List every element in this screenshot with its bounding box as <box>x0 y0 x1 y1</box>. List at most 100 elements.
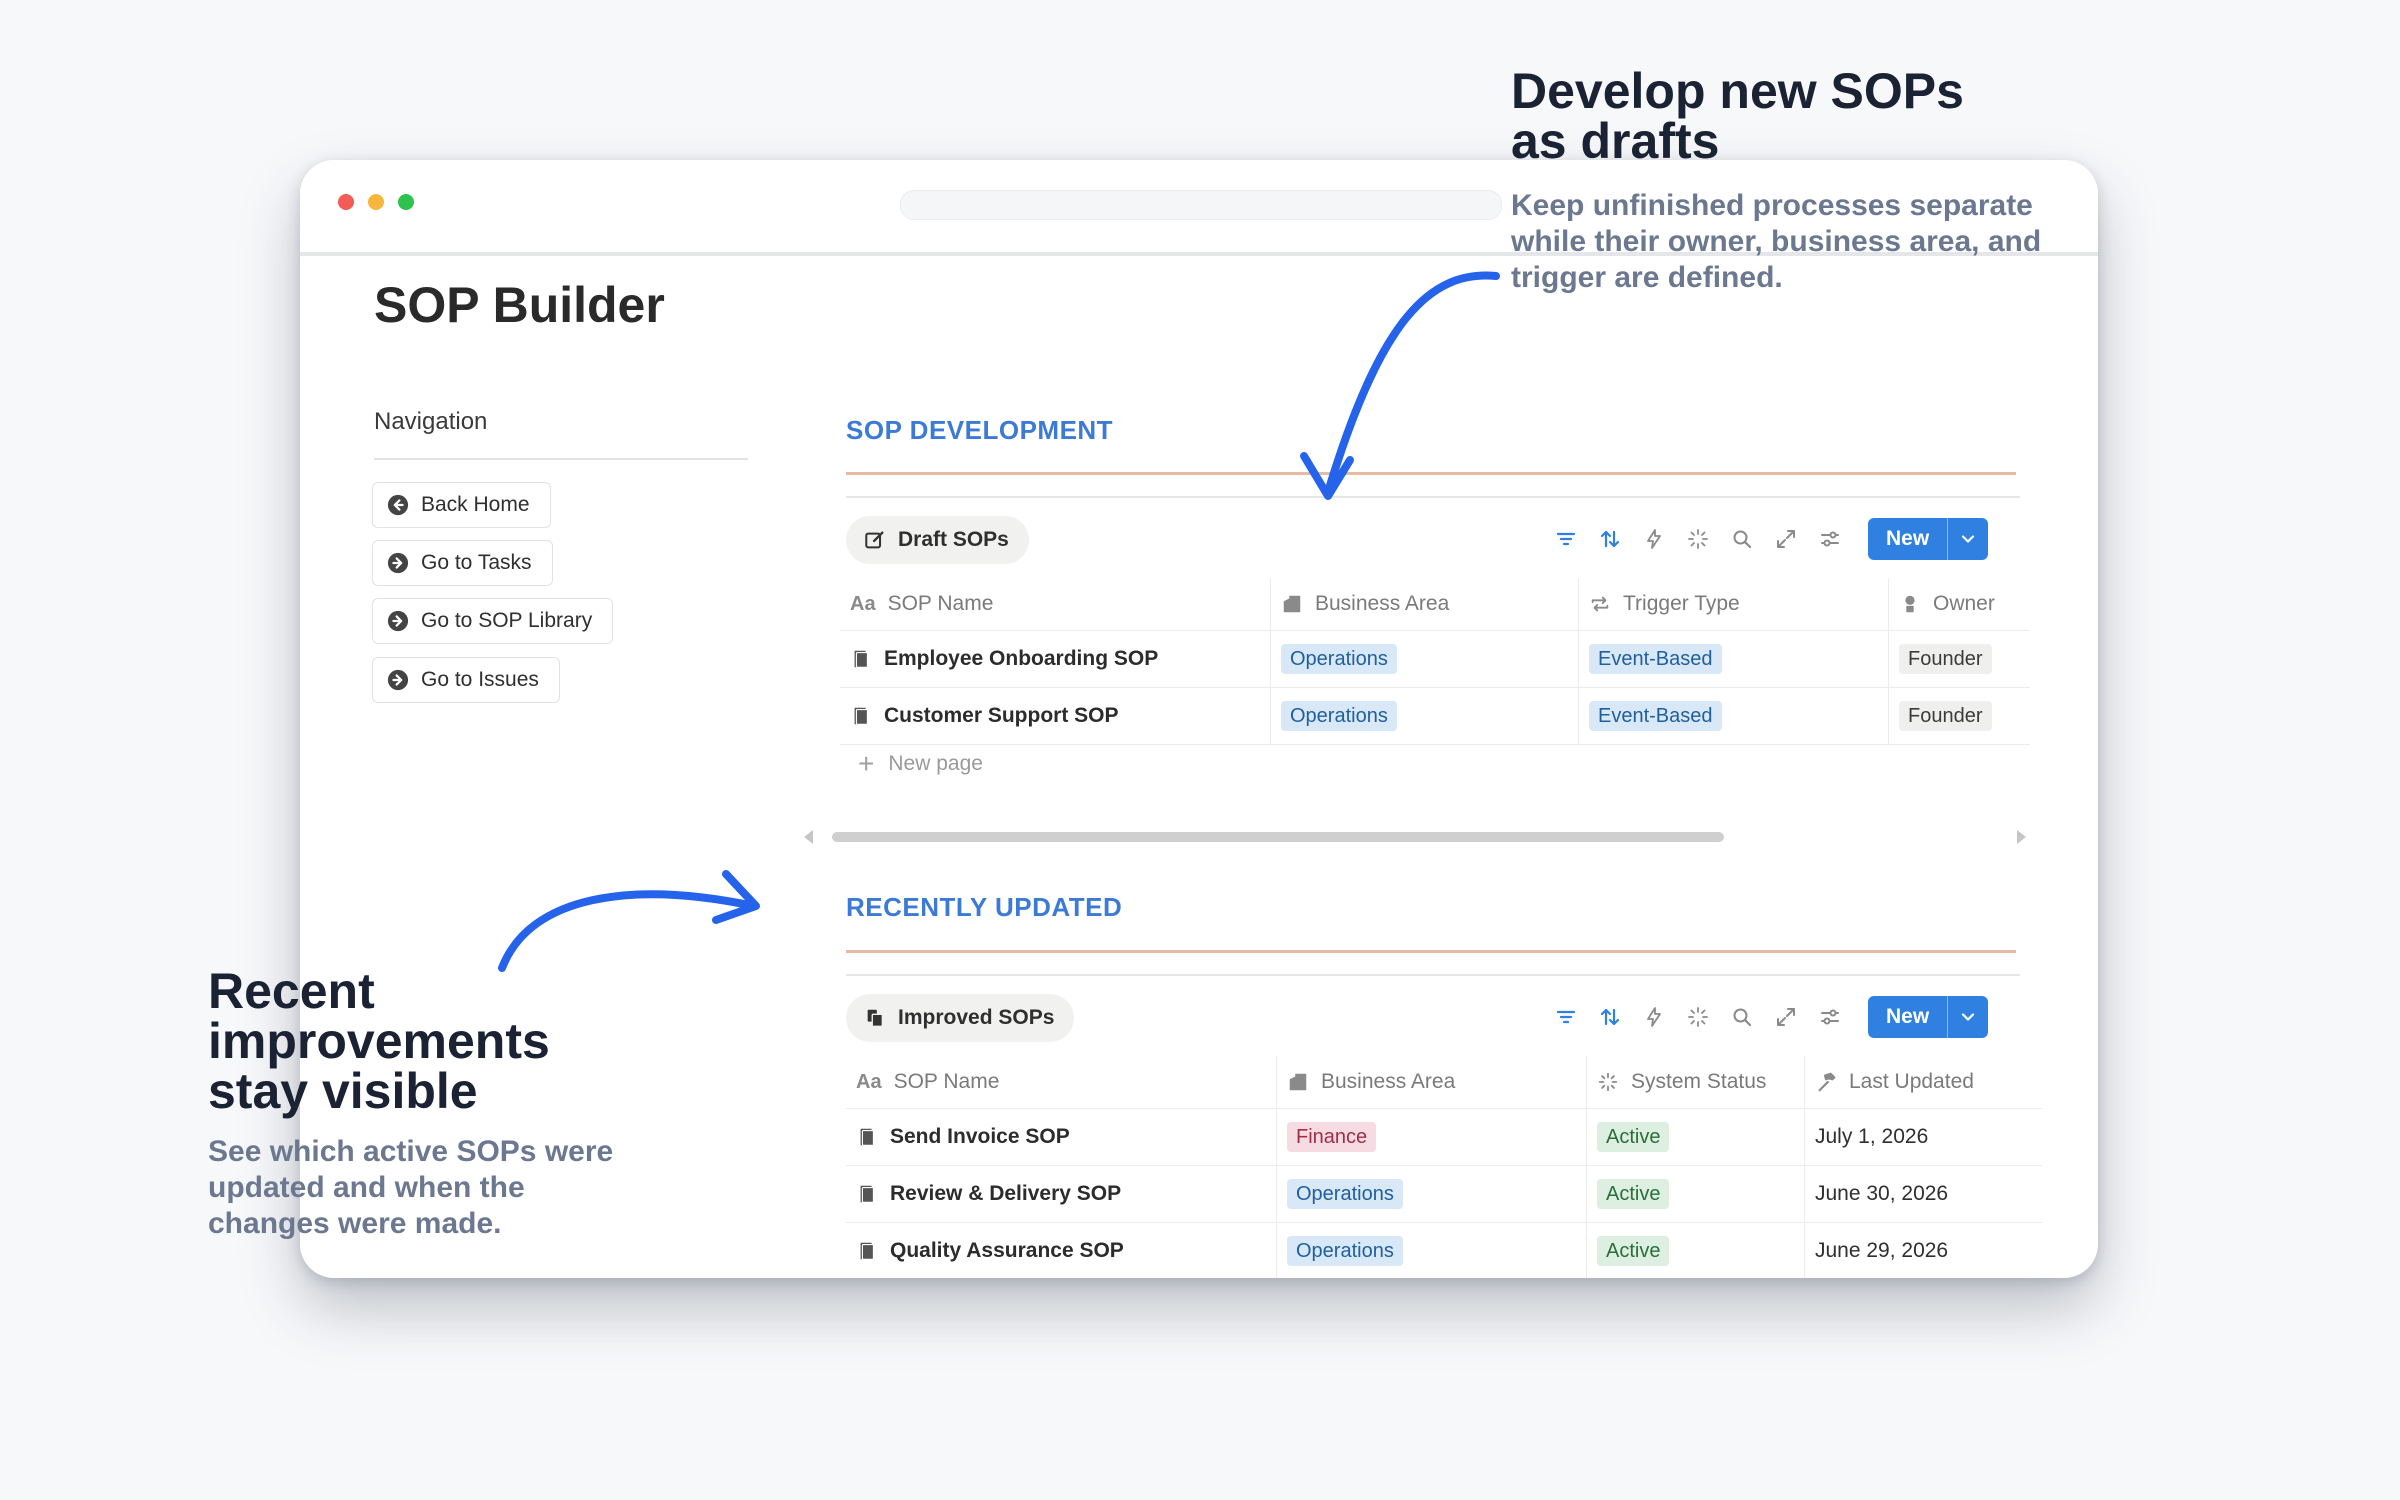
plus-icon: + <box>858 748 875 779</box>
callout-text-line: trigger are defined. <box>1511 261 1783 294</box>
callout-title-line: Develop new SOPs <box>1511 63 1964 119</box>
document-icon <box>860 1128 874 1146</box>
business-area-tag: Finance <box>1287 1122 1377 1152</box>
trigger-type-cell[interactable]: Event-Based <box>1578 631 1888 687</box>
owner-tag: Founder <box>1899 644 1992 674</box>
sparkle-icon[interactable] <box>1686 527 1710 551</box>
table-row[interactable]: Review & Delivery SOP Operations Active … <box>846 1166 2042 1223</box>
table-row[interactable]: Employee Onboarding SOP Operations Event… <box>840 631 2030 688</box>
search-icon[interactable] <box>1730 1005 1754 1029</box>
system-status-cell[interactable]: Active <box>1586 1109 1804 1165</box>
top-callout-text: Keep unfinished processes separate while… <box>1511 188 2041 296</box>
scrollbar-thumb[interactable] <box>832 832 1724 842</box>
settings-sliders-icon[interactable] <box>1818 527 1842 551</box>
sop-name-cell[interactable]: Review & Delivery SOP <box>846 1166 1276 1222</box>
status-badge: Active <box>1597 1179 1670 1209</box>
draft-sops-table: Aa SOP Name Business Area Trigger Type O… <box>840 578 2030 745</box>
close-window-button[interactable] <box>338 194 354 210</box>
sop-name-cell[interactable]: Customer Support SOP <box>840 688 1270 744</box>
owner-cell[interactable]: Founder <box>1888 688 2028 744</box>
sop-name-cell[interactable]: Send Invoice SOP <box>846 1109 1276 1165</box>
column-header-last-updated[interactable]: Last Updated <box>1804 1056 2022 1108</box>
go-to-tasks-button[interactable]: Go to Tasks <box>372 540 553 586</box>
go-to-issues-button[interactable]: Go to Issues <box>372 657 560 703</box>
table-row[interactable]: Customer Support SOP Operations Event-Ba… <box>840 688 2030 745</box>
table-row[interactable]: Send Invoice SOP Finance Active July 1, … <box>846 1109 2042 1166</box>
column-header-business-area[interactable]: Business Area <box>1270 578 1578 630</box>
column-header-trigger-type[interactable]: Trigger Type <box>1578 578 1888 630</box>
settings-sliders-icon[interactable] <box>1818 1005 1842 1029</box>
loading-status-icon <box>1598 1072 1618 1092</box>
table-header-row: Aa SOP Name Business Area System Status … <box>846 1056 2042 1109</box>
horizontal-scrollbar[interactable] <box>804 828 2026 844</box>
address-bar[interactable] <box>900 190 1502 220</box>
callout-text-line: changes were made. <box>208 1207 502 1240</box>
sop-development-heading: SOP DEVELOPMENT <box>846 415 1114 445</box>
callout-text-line: Keep unfinished processes separate <box>1511 189 2033 222</box>
business-area-cell[interactable]: Operations <box>1270 631 1578 687</box>
go-to-sop-library-button[interactable]: Go to SOP Library <box>372 598 614 644</box>
text-property-icon: Aa <box>856 1070 882 1093</box>
trigger-type-tag: Event-Based <box>1589 644 1722 674</box>
database-toolbar: New <box>1554 518 1989 560</box>
business-area-cell[interactable]: Operations <box>1276 1166 1586 1222</box>
lightning-icon[interactable] <box>1642 1005 1666 1029</box>
building-icon <box>1283 595 1301 613</box>
sort-icon[interactable] <box>1598 1005 1622 1029</box>
section-accent-divider <box>846 950 2016 953</box>
column-header-sop-name[interactable]: Aa SOP Name <box>846 1056 1276 1108</box>
system-status-cell[interactable]: Active <box>1586 1166 1804 1222</box>
system-status-cell[interactable]: Active <box>1586 1223 1804 1278</box>
lightning-icon[interactable] <box>1642 527 1666 551</box>
back-home-button[interactable]: Back Home <box>372 482 551 528</box>
view-tab-improved-sops[interactable]: Improved SOPs <box>846 994 1075 1042</box>
arrow-right-circle-icon <box>387 610 409 632</box>
sparkle-icon[interactable] <box>1686 1005 1710 1029</box>
chevron-down-icon[interactable] <box>1947 996 1988 1038</box>
column-header-system-status[interactable]: System Status <box>1586 1056 1804 1108</box>
recently-updated-heading: RECENTLY UPDATED <box>846 892 1123 922</box>
maximize-window-button[interactable] <box>398 194 414 210</box>
scroll-right-arrow[interactable] <box>2017 830 2026 844</box>
new-button[interactable]: New <box>1868 996 1989 1038</box>
callout-title-line: improvements <box>208 1013 550 1069</box>
column-header-label: SOP Name <box>887 592 994 615</box>
callout-title-line: stay visible <box>208 1063 478 1119</box>
edit-icon <box>865 531 884 549</box>
minimize-window-button[interactable] <box>368 194 384 210</box>
table-row[interactable]: Quality Assurance SOP Operations Active … <box>846 1223 2042 1278</box>
trigger-type-tag: Event-Based <box>1589 701 1722 731</box>
trigger-type-cell[interactable]: Event-Based <box>1578 688 1888 744</box>
filter-icon[interactable] <box>1554 1005 1578 1029</box>
chevron-down-icon[interactable] <box>1947 518 1988 560</box>
sort-icon[interactable] <box>1598 527 1622 551</box>
column-header-label: SOP Name <box>893 1070 1000 1093</box>
search-icon[interactable] <box>1730 527 1754 551</box>
nav-item-label: Back Home <box>421 493 530 516</box>
repeat-icon <box>1591 596 1609 612</box>
arrow-right-circle-icon <box>387 552 409 574</box>
last-updated-cell[interactable]: June 29, 2026 <box>1804 1223 2022 1278</box>
sop-name-cell[interactable]: Employee Onboarding SOP <box>840 631 1270 687</box>
owner-cell[interactable]: Founder <box>1888 631 2028 687</box>
business-area-cell[interactable]: Operations <box>1276 1223 1586 1278</box>
scroll-left-arrow[interactable] <box>804 830 813 844</box>
business-area-cell[interactable]: Finance <box>1276 1109 1586 1165</box>
last-updated-cell[interactable]: July 1, 2026 <box>1804 1109 2022 1165</box>
sop-name-cell[interactable]: Quality Assurance SOP <box>846 1223 1276 1278</box>
business-area-cell[interactable]: Operations <box>1270 688 1578 744</box>
table-header-row: Aa SOP Name Business Area Trigger Type O… <box>840 578 2030 631</box>
nav-item-label: Go to Tasks <box>421 551 532 574</box>
column-header-owner[interactable]: Owner <box>1888 578 2028 630</box>
filter-icon[interactable] <box>1554 527 1578 551</box>
column-header-sop-name[interactable]: Aa SOP Name <box>840 578 1280 630</box>
document-stack-icon <box>867 1009 884 1027</box>
last-updated-cell[interactable]: June 30, 2026 <box>1804 1166 2022 1222</box>
expand-icon[interactable] <box>1774 527 1798 551</box>
new-button[interactable]: New <box>1868 518 1989 560</box>
expand-icon[interactable] <box>1774 1005 1798 1029</box>
business-area-tag: Operations <box>1287 1179 1403 1209</box>
new-page-button[interactable]: + New page <box>858 748 983 779</box>
view-tab-draft-sops[interactable]: Draft SOPs <box>846 516 1029 564</box>
column-header-business-area[interactable]: Business Area <box>1276 1056 1586 1108</box>
